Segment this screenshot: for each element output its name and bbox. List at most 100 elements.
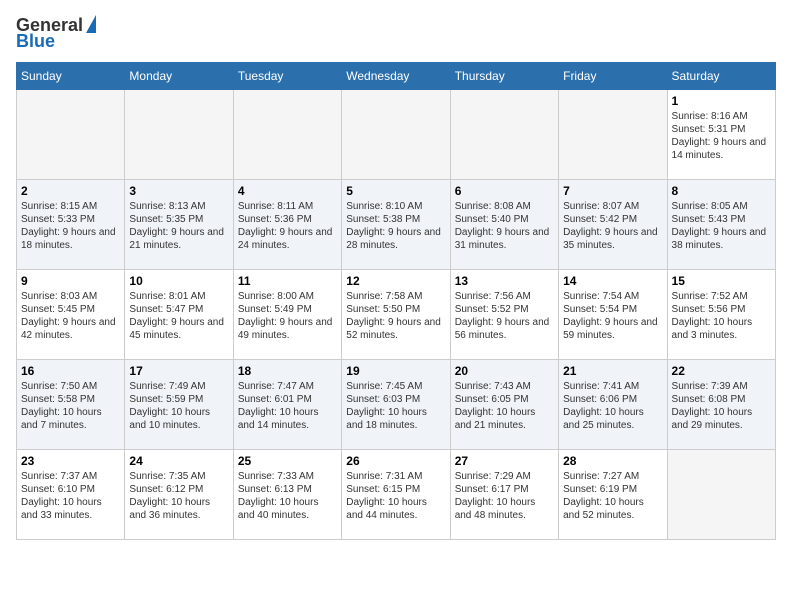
day-number: 12 — [346, 274, 445, 288]
day-number: 9 — [21, 274, 120, 288]
day-number: 2 — [21, 184, 120, 198]
day-number: 11 — [238, 274, 337, 288]
day-info: Sunrise: 7:43 AM Sunset: 6:05 PM Dayligh… — [455, 380, 554, 432]
day-number: 4 — [238, 184, 337, 198]
column-header-thursday: Thursday — [450, 62, 558, 89]
day-number: 21 — [563, 364, 662, 378]
day-info: Sunrise: 7:54 AM Sunset: 5:54 PM Dayligh… — [563, 290, 662, 342]
day-info: Sunrise: 8:15 AM Sunset: 5:33 PM Dayligh… — [21, 200, 120, 252]
day-info: Sunrise: 8:01 AM Sunset: 5:47 PM Dayligh… — [129, 290, 228, 342]
day-number: 19 — [346, 364, 445, 378]
day-info: Sunrise: 7:37 AM Sunset: 6:10 PM Dayligh… — [21, 470, 120, 522]
day-number: 15 — [672, 274, 771, 288]
calendar-week-row: 9Sunrise: 8:03 AM Sunset: 5:45 PM Daylig… — [17, 269, 776, 359]
day-info: Sunrise: 8:16 AM Sunset: 5:31 PM Dayligh… — [672, 110, 771, 162]
calendar-cell: 10 Sunrise: 8:01 AM Sunset: 5:47 PM Dayli… — [125, 269, 233, 359]
day-number: 3 — [129, 184, 228, 198]
calendar-cell: 21 Sunrise: 7:41 AM Sunset: 6:06 PM Dayli… — [559, 359, 667, 449]
calendar-cell: 2 Sunrise: 8:15 AM Sunset: 5:33 PM Daylig… — [17, 179, 125, 269]
column-header-wednesday: Wednesday — [342, 62, 450, 89]
day-number: 23 — [21, 454, 120, 468]
day-info: Sunrise: 8:07 AM Sunset: 5:42 PM Dayligh… — [563, 200, 662, 252]
logo-blue-text: Blue — [16, 32, 55, 52]
day-number: 22 — [672, 364, 771, 378]
day-number: 26 — [346, 454, 445, 468]
calendar-cell: 17Sunrise: 7:49 AM Sunset: 5:59 PM Dayli… — [125, 359, 233, 449]
calendar-cell: 12 Sunrise: 7:58 AM Sunset: 5:50 PM Dayli… — [342, 269, 450, 359]
day-info: Sunrise: 7:33 AM Sunset: 6:13 PM Dayligh… — [238, 470, 337, 522]
calendar-cell: 7 Sunrise: 8:07 AM Sunset: 5:42 PM Daylig… — [559, 179, 667, 269]
calendar-cell: 25Sunrise: 7:33 AM Sunset: 6:13 PM Dayli… — [233, 449, 341, 539]
day-info: Sunrise: 7:49 AM Sunset: 5:59 PM Dayligh… — [129, 380, 228, 432]
calendar-cell: 15 Sunrise: 7:52 AM Sunset: 5:56 PM Dayli… — [667, 269, 775, 359]
day-number: 13 — [455, 274, 554, 288]
day-number: 8 — [672, 184, 771, 198]
calendar-header-row: SundayMondayTuesdayWednesdayThursdayFrid… — [17, 62, 776, 89]
day-info: Sunrise: 7:47 AM Sunset: 6:01 PM Dayligh… — [238, 380, 337, 432]
day-info: Sunrise: 7:56 AM Sunset: 5:52 PM Dayligh… — [455, 290, 554, 342]
day-info: Sunrise: 8:13 AM Sunset: 5:35 PM Dayligh… — [129, 200, 228, 252]
column-header-friday: Friday — [559, 62, 667, 89]
calendar-cell: 6 Sunrise: 8:08 AM Sunset: 5:40 PM Daylig… — [450, 179, 558, 269]
calendar-cell — [450, 89, 558, 179]
calendar-cell: 23 Sunrise: 7:37 AM Sunset: 6:10 PM Dayli… — [17, 449, 125, 539]
day-number: 18 — [238, 364, 337, 378]
calendar-cell — [342, 89, 450, 179]
calendar-week-row: 2 Sunrise: 8:15 AM Sunset: 5:33 PM Daylig… — [17, 179, 776, 269]
calendar-cell: 14 Sunrise: 7:54 AM Sunset: 5:54 PM Dayli… — [559, 269, 667, 359]
day-number: 28 — [563, 454, 662, 468]
page-header: General Blue — [16, 16, 776, 52]
calendar-cell — [667, 449, 775, 539]
day-info: Sunrise: 7:58 AM Sunset: 5:50 PM Dayligh… — [346, 290, 445, 342]
day-number: 27 — [455, 454, 554, 468]
calendar-cell: 1 Sunrise: 8:16 AM Sunset: 5:31 PM Daylig… — [667, 89, 775, 179]
day-number: 6 — [455, 184, 554, 198]
day-number: 20 — [455, 364, 554, 378]
calendar-week-row: 23 Sunrise: 7:37 AM Sunset: 6:10 PM Dayli… — [17, 449, 776, 539]
calendar-cell: 16 Sunrise: 7:50 AM Sunset: 5:58 PM Dayli… — [17, 359, 125, 449]
column-header-tuesday: Tuesday — [233, 62, 341, 89]
calendar-cell: 11Sunrise: 8:00 AM Sunset: 5:49 PM Dayli… — [233, 269, 341, 359]
day-info: Sunrise: 8:10 AM Sunset: 5:38 PM Dayligh… — [346, 200, 445, 252]
calendar-cell: 18 Sunrise: 7:47 AM Sunset: 6:01 PM Dayli… — [233, 359, 341, 449]
day-number: 16 — [21, 364, 120, 378]
calendar-table: SundayMondayTuesdayWednesdayThursdayFrid… — [16, 62, 776, 540]
day-info: Sunrise: 8:11 AM Sunset: 5:36 PM Dayligh… — [238, 200, 337, 252]
day-number: 10 — [129, 274, 228, 288]
day-info: Sunrise: 7:31 AM Sunset: 6:15 PM Dayligh… — [346, 470, 445, 522]
calendar-cell: 22 Sunrise: 7:39 AM Sunset: 6:08 PM Dayli… — [667, 359, 775, 449]
column-header-sunday: Sunday — [17, 62, 125, 89]
calendar-cell: 24 Sunrise: 7:35 AM Sunset: 6:12 PM Dayli… — [125, 449, 233, 539]
day-number: 1 — [672, 94, 771, 108]
day-info: Sunrise: 7:29 AM Sunset: 6:17 PM Dayligh… — [455, 470, 554, 522]
day-number: 5 — [346, 184, 445, 198]
calendar-cell: 3 Sunrise: 8:13 AM Sunset: 5:35 PM Daylig… — [125, 179, 233, 269]
day-number: 14 — [563, 274, 662, 288]
column-header-saturday: Saturday — [667, 62, 775, 89]
column-header-monday: Monday — [125, 62, 233, 89]
calendar-cell: 20 Sunrise: 7:43 AM Sunset: 6:05 PM Dayli… — [450, 359, 558, 449]
calendar-cell — [559, 89, 667, 179]
day-info: Sunrise: 7:50 AM Sunset: 5:58 PM Dayligh… — [21, 380, 120, 432]
day-info: Sunrise: 7:35 AM Sunset: 6:12 PM Dayligh… — [129, 470, 228, 522]
calendar-week-row: 16 Sunrise: 7:50 AM Sunset: 5:58 PM Dayli… — [17, 359, 776, 449]
day-info: Sunrise: 7:27 AM Sunset: 6:19 PM Dayligh… — [563, 470, 662, 522]
calendar-cell — [17, 89, 125, 179]
day-info: Sunrise: 8:08 AM Sunset: 5:40 PM Dayligh… — [455, 200, 554, 252]
calendar-cell: 19 Sunrise: 7:45 AM Sunset: 6:03 PM Dayli… — [342, 359, 450, 449]
calendar-cell: 13 Sunrise: 7:56 AM Sunset: 5:52 PM Dayli… — [450, 269, 558, 359]
day-info: Sunrise: 7:45 AM Sunset: 6:03 PM Dayligh… — [346, 380, 445, 432]
day-info: Sunrise: 7:52 AM Sunset: 5:56 PM Dayligh… — [672, 290, 771, 342]
day-info: Sunrise: 7:41 AM Sunset: 6:06 PM Dayligh… — [563, 380, 662, 432]
calendar-week-row: 1 Sunrise: 8:16 AM Sunset: 5:31 PM Daylig… — [17, 89, 776, 179]
day-info: Sunrise: 8:05 AM Sunset: 5:43 PM Dayligh… — [672, 200, 771, 252]
calendar-cell — [125, 89, 233, 179]
day-info: Sunrise: 7:39 AM Sunset: 6:08 PM Dayligh… — [672, 380, 771, 432]
calendar-cell: 28 Sunrise: 7:27 AM Sunset: 6:19 PM Dayli… — [559, 449, 667, 539]
logo: General Blue — [16, 16, 96, 52]
calendar-cell: 5 Sunrise: 8:10 AM Sunset: 5:38 PM Daylig… — [342, 179, 450, 269]
day-number: 7 — [563, 184, 662, 198]
day-number: 24 — [129, 454, 228, 468]
calendar-cell: 8 Sunrise: 8:05 AM Sunset: 5:43 PM Daylig… — [667, 179, 775, 269]
calendar-cell: 9Sunrise: 8:03 AM Sunset: 5:45 PM Daylig… — [17, 269, 125, 359]
